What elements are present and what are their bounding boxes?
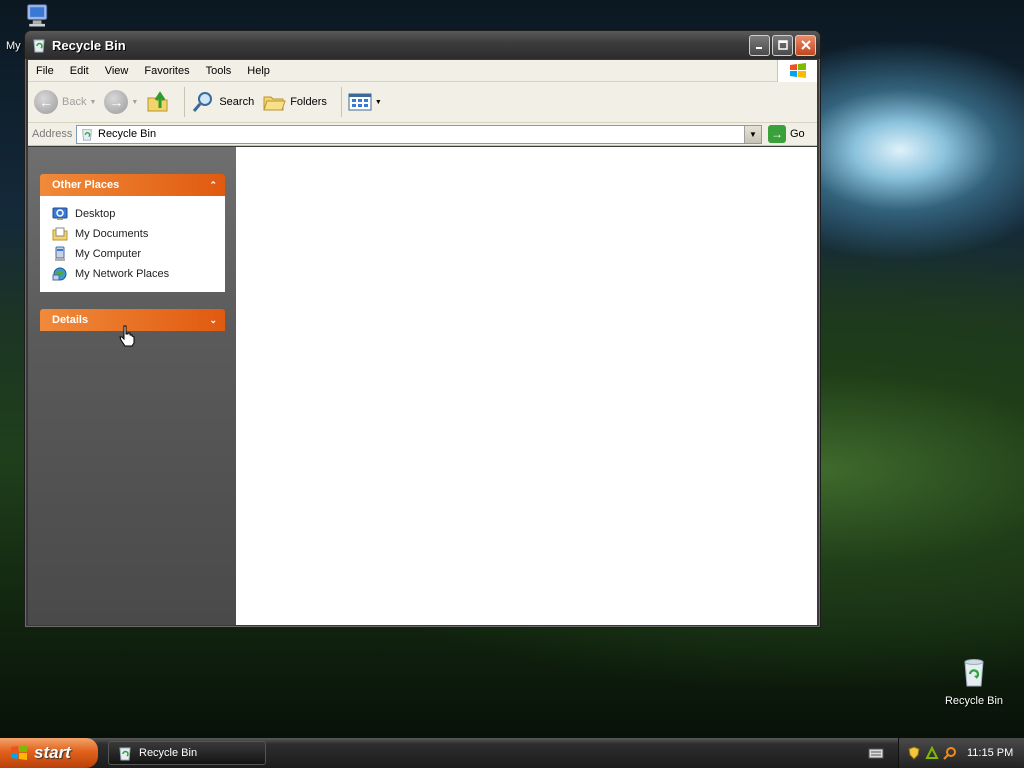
recycle-bin-icon: [82, 129, 92, 141]
desktop-icon-label: My: [6, 40, 21, 52]
desktop-icon-my-computer[interactable]: My: [4, 2, 54, 52]
taskbar-item-recycle-bin[interactable]: Recycle Bin: [108, 741, 266, 765]
recycle-bin-icon: [964, 659, 984, 687]
folders-icon: [263, 96, 286, 111]
recycle-bin-icon: [33, 39, 45, 53]
go-label: Go: [790, 128, 805, 140]
other-places-item-my-network-places[interactable]: My Network Places: [52, 264, 225, 284]
address-field[interactable]: Recycle Bin ▼: [76, 124, 762, 144]
menu-bar: File Edit View Favorites Tools Help: [28, 59, 817, 82]
clock[interactable]: 11:15 PM: [967, 747, 1013, 759]
menu-edit[interactable]: Edit: [62, 65, 97, 77]
window-title: Recycle Bin: [52, 37, 126, 53]
views-button[interactable]: ▼: [348, 92, 382, 112]
recycle-bin-icon: [119, 747, 131, 761]
address-bar: Address Recycle Bin ▼ → Go: [28, 123, 817, 146]
back-dropdown-icon[interactable]: ▼: [89, 99, 96, 106]
computer-icon: [27, 4, 48, 27]
back-arrow-icon: ←: [34, 90, 58, 114]
close-button[interactable]: [795, 34, 816, 56]
system-tray: 11:15 PM: [898, 738, 1024, 768]
explorer-window: Recycle Bin File Edit View Favorites Too…: [24, 30, 821, 628]
security-shield-icon[interactable]: [907, 746, 921, 760]
menu-favorites[interactable]: Favorites: [136, 65, 197, 77]
other-places-label: My Computer: [75, 248, 142, 260]
hand-cursor-icon: [119, 325, 135, 347]
other-places-item-my-documents[interactable]: My Documents: [52, 224, 225, 244]
views-dropdown-icon[interactable]: ▼: [375, 99, 382, 106]
other-places-label: My Documents: [75, 228, 149, 240]
toolbar-separator: [340, 87, 342, 117]
menu-file[interactable]: File: [28, 65, 62, 77]
network-icon[interactable]: [925, 746, 939, 760]
maximize-button[interactable]: [772, 34, 793, 56]
maximize-icon: [777, 40, 788, 50]
my-documents-icon: [52, 227, 68, 241]
minimize-icon: [755, 47, 762, 49]
desktop-icon-label: Recycle Bin: [944, 695, 1004, 707]
folders-label: Folders: [290, 96, 327, 108]
address-dropdown-icon[interactable]: ▼: [744, 125, 761, 143]
file-list-area[interactable]: [236, 147, 817, 625]
minimize-button[interactable]: [749, 34, 770, 56]
windows-flag-icon: [11, 745, 27, 760]
back-label: Back: [62, 96, 87, 108]
desktop-icon: [52, 207, 68, 220]
other-places-header[interactable]: Other Places ⌃: [40, 174, 225, 196]
taskbar: start Recycle Bin 11:15 PM: [0, 738, 1024, 768]
other-places-item-desktop[interactable]: Desktop: [52, 204, 225, 224]
toolbar-separator: [184, 87, 186, 117]
task-pane: Other Places ⌃ Desktop My Documents My C…: [28, 147, 236, 625]
my-computer-icon: [55, 246, 65, 261]
back-button[interactable]: ← Back ▼: [34, 90, 96, 114]
menu-tools[interactable]: Tools: [198, 65, 240, 77]
network-places-icon: [52, 267, 67, 281]
menu-help[interactable]: Help: [239, 65, 278, 77]
other-places-label: My Network Places: [75, 268, 170, 280]
search-tray-icon[interactable]: [943, 746, 957, 760]
search-icon: [193, 92, 213, 112]
address-label: Address: [32, 128, 73, 140]
search-button[interactable]: Search: [191, 90, 254, 114]
forward-button[interactable]: → ▼: [104, 90, 138, 114]
views-icon: [348, 93, 372, 111]
collapse-chevron-icon[interactable]: ⌃: [209, 180, 217, 191]
forward-arrow-icon: →: [104, 90, 129, 114]
expand-chevron-icon[interactable]: ⌄: [209, 315, 217, 326]
other-places-item-my-computer[interactable]: My Computer: [52, 244, 225, 264]
windows-logo: [777, 59, 817, 82]
start-label: start: [34, 743, 71, 762]
taskbar-item-label: Recycle Bin: [139, 747, 198, 759]
address-value: Recycle Bin: [98, 128, 157, 140]
desktop-icon-recycle-bin[interactable]: Recycle Bin: [940, 656, 1008, 707]
other-places-list: Desktop My Documents My Computer My Netw…: [40, 196, 225, 292]
search-label: Search: [219, 96, 255, 108]
go-arrow-icon: →: [768, 125, 786, 143]
go-button[interactable]: → Go: [768, 125, 805, 143]
forward-dropdown-icon[interactable]: ▼: [131, 99, 138, 106]
other-places-label: Desktop: [75, 208, 116, 220]
up-folder-button[interactable]: [146, 90, 170, 114]
up-folder-icon: [147, 91, 168, 112]
start-button[interactable]: start: [0, 738, 98, 768]
menu-view[interactable]: View: [97, 65, 137, 77]
keyboard-icon[interactable]: [868, 746, 884, 760]
close-icon: [800, 40, 811, 50]
panel-title: Other Places: [52, 179, 120, 191]
windows-flag-icon: [789, 62, 806, 78]
folders-button[interactable]: Folders: [262, 90, 327, 114]
toolbar: ← Back ▼ → ▼ Search Folders ▼: [28, 82, 817, 123]
title-bar[interactable]: Recycle Bin: [25, 31, 820, 59]
panel-title: Details: [52, 314, 89, 326]
other-places-panel: Other Places ⌃ Desktop My Documents My C…: [40, 174, 225, 292]
